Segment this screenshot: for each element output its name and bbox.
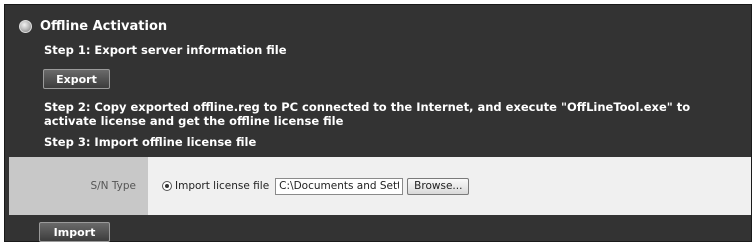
import-license-radio[interactable] <box>162 181 172 191</box>
export-button[interactable]: Export <box>43 69 110 89</box>
browse-button[interactable]: Browse... <box>407 177 470 195</box>
step-1-text: Step 1: Export server information file <box>44 43 287 57</box>
step-2-text: Step 2: Copy exported offline.reg to PC … <box>44 100 691 128</box>
radio-selected-dot <box>165 184 169 188</box>
sn-type-label: S/N Type <box>9 157 148 215</box>
import-license-radio-label[interactable]: Import license file <box>175 180 269 192</box>
sn-type-value-cell: Import license file Browse... <box>148 157 751 215</box>
section-header: Offline Activation <box>19 15 167 37</box>
license-file-path-input[interactable] <box>275 177 404 195</box>
activation-bullet-icon <box>19 19 32 33</box>
section-title: Offline Activation <box>40 18 168 34</box>
step-3-text: Step 3: Import offline license file <box>44 135 257 149</box>
sn-type-row: S/N Type Import license file Browse... <box>9 157 751 215</box>
import-button[interactable]: Import <box>39 222 110 242</box>
offline-activation-panel: Offline Activation Step 1: Export server… <box>4 4 752 242</box>
